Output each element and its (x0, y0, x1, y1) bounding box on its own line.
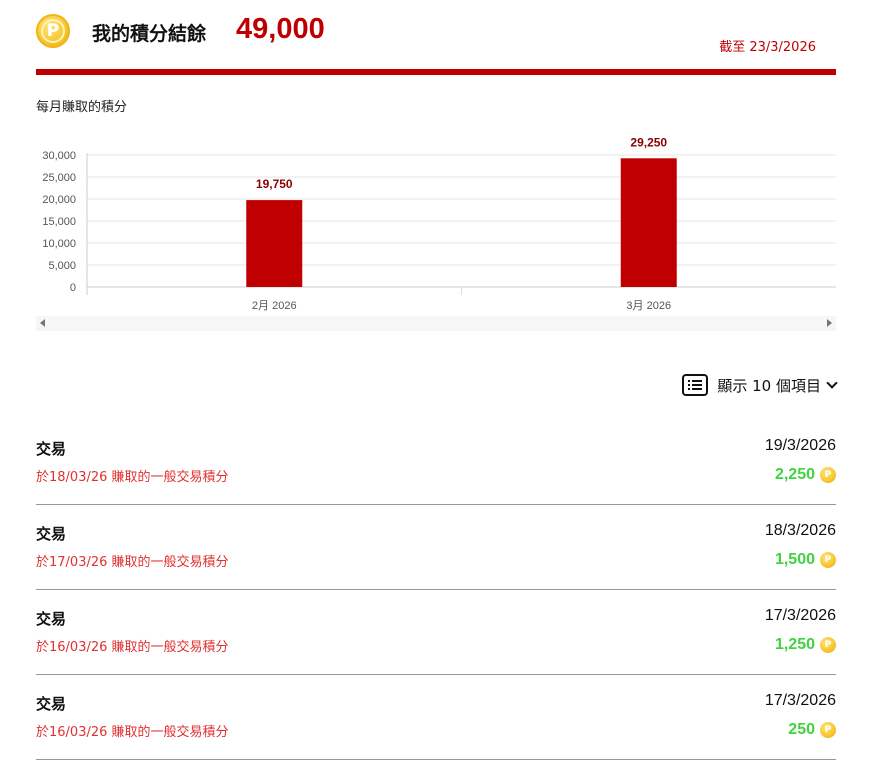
chart-title: 每月賺取的積分 (36, 100, 128, 115)
y-tick-label: 15,000 (42, 216, 76, 228)
as-of-date: 截至 23/3/2026 (719, 40, 816, 55)
points-amount: 250 (788, 721, 815, 738)
monthly-points-chart: 0 5,000 10,000 15,000 20,000 25,000 30,000 19,7… (0, 130, 878, 330)
x-tick-label: 3月 2026 (626, 300, 671, 312)
transaction-points: 1,250 P (775, 636, 836, 654)
chart-scrollbar[interactable] (36, 316, 836, 331)
chart-svg: 0 5,000 10,000 15,000 20,000 25,000 30,000 19,7… (42, 135, 836, 312)
list-item[interactable]: 交易 於17/03/26 賺取的一般交易積分 18/3/2026 1,500 P (36, 505, 836, 590)
coin-icon: P (820, 552, 836, 568)
transaction-points: 2,250 P (775, 466, 836, 484)
coin-icon: P (820, 722, 836, 738)
coin-icon: P (36, 14, 70, 48)
items-per-page-label: 顯示 10 個項目 (717, 376, 821, 395)
transaction-description: 於16/03/26 賺取的一般交易積分 (36, 640, 229, 655)
transaction-type: 交易 (36, 695, 67, 713)
transaction-type: 交易 (36, 440, 67, 458)
transaction-type: 交易 (36, 525, 67, 543)
y-tick-label: 20,000 (42, 194, 76, 206)
bar (246, 200, 303, 287)
y-tick-label: 0 (70, 282, 76, 294)
coin-icon: P (820, 637, 836, 653)
x-tick-label: 2月 2026 (252, 300, 297, 312)
transaction-description: 於18/03/26 賺取的一般交易積分 (36, 470, 229, 485)
list-item[interactable]: 交易 於18/03/26 賺取的一般交易積分 19/3/2026 2,250 P (36, 420, 836, 505)
transaction-date: 18/3/2026 (764, 522, 836, 539)
y-tick-label: 10,000 (42, 238, 76, 250)
points-amount: 2,250 (774, 466, 815, 483)
transaction-date: 19/3/2026 (764, 437, 836, 454)
scroll-right-arrow-icon[interactable] (827, 319, 832, 327)
data-label: 29,250 (630, 135, 667, 149)
transaction-description: 於16/03/26 賺取的一般交易積分 (36, 725, 229, 740)
items-per-page-dropdown[interactable]: 顯示 10 個項目 (682, 372, 838, 398)
y-tick-label: 30,000 (42, 150, 76, 162)
points-amount: 1,250 (774, 636, 815, 653)
list-icon (682, 374, 709, 396)
data-label: 19,750 (256, 177, 293, 191)
bar (620, 158, 677, 287)
transaction-type: 交易 (36, 610, 67, 628)
coin-icon: P (820, 467, 836, 483)
chevron-down-icon (826, 377, 838, 389)
points-amount: 1,500 (774, 551, 815, 568)
transaction-description: 於17/03/26 賺取的一般交易積分 (36, 555, 229, 570)
scroll-left-arrow-icon[interactable] (40, 319, 45, 327)
transaction-points: 1,500 P (775, 551, 836, 569)
transaction-list: 交易 於18/03/26 賺取的一般交易積分 19/3/2026 2,250 P… (36, 420, 836, 760)
y-tick-label: 25,000 (42, 172, 76, 184)
list-item[interactable]: 交易 於16/03/26 賺取的一般交易積分 17/3/2026 1,250 P (36, 590, 836, 675)
transaction-date: 17/3/2026 (764, 607, 836, 624)
y-tick-label: 5,000 (48, 260, 76, 272)
transaction-date: 17/3/2026 (764, 692, 836, 709)
list-item[interactable]: 交易 於16/03/26 賺取的一般交易積分 17/3/2026 250 P (36, 675, 836, 760)
points-header: P 我的積分結餘 49,000 截至 23/3/2026 (36, 10, 836, 70)
header-divider (36, 69, 836, 75)
balance-label: 我的積分結餘 (92, 23, 207, 45)
balance-value: 49,000 (236, 13, 325, 45)
transaction-points: 250 P (788, 721, 836, 739)
